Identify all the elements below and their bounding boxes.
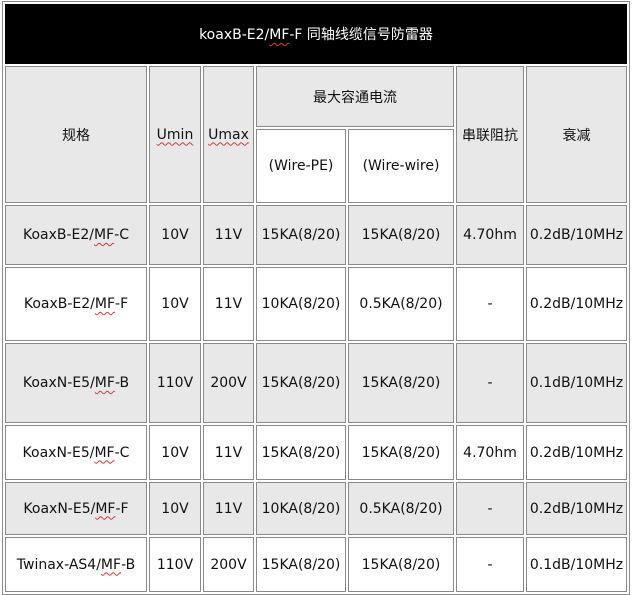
cell-umax: 11V	[203, 425, 254, 480]
cell-atten: 0.1dB/10MHz	[526, 343, 627, 423]
header-wire-wire: (Wire-wire)	[348, 129, 454, 203]
cell-atten: 0.2dB/10MHz	[526, 267, 627, 341]
model-mf: MF	[94, 444, 115, 461]
table-row: Twinax-AS4/MF-B 110V 200V 15KA(8/20) 15KA(8/…	[5, 537, 627, 592]
table-row: KoaxN-E5/MF-C 10V 11V 15KA(8/20) 15KA(8/20) 4…	[5, 425, 627, 480]
model-mf: MF	[94, 227, 115, 243]
cell-res: -	[456, 482, 524, 535]
model-suffix: -F	[115, 500, 129, 517]
model-prefix: KoaxB-E2/	[22, 227, 95, 243]
model-prefix: Twinax-AS4/	[16, 556, 101, 573]
cell-umax: 11V	[203, 267, 254, 341]
model-mf: MF	[95, 500, 116, 517]
model-suffix: -C	[114, 227, 129, 243]
header-umax: Umax	[203, 66, 254, 203]
model-mf: MF	[94, 296, 116, 312]
cell-umax: 11V	[203, 205, 254, 265]
cell-wire-wire: 15KA(8/20)	[348, 425, 454, 480]
cell-wire-pe: 10KA(8/20)	[256, 482, 346, 535]
cell-wire-wire: 15KA(8/20)	[348, 537, 454, 592]
model-prefix: KoaxN-E5/	[23, 500, 96, 517]
model-prefix: KoaxN-E5/	[22, 444, 95, 461]
cell-model: KoaxB-E2/MF-F	[5, 267, 147, 341]
cell-umin: 110V	[149, 537, 201, 592]
table-row: KoaxN-E5/MF-B 110V 200V 15KA(8/20) 15KA(8/20…	[5, 343, 627, 423]
cell-res: -	[456, 343, 524, 423]
cell-wire-wire: 15KA(8/20)	[348, 343, 454, 423]
cell-atten: 0.1dB/10MHz	[526, 537, 627, 592]
cell-wire-pe: 15KA(8/20)	[256, 343, 346, 423]
cell-atten: 0.2dB/10MHz	[526, 205, 627, 265]
title-suffix: -F 同轴线缆信号防雷器	[289, 27, 433, 43]
header-spec: 规格	[5, 66, 147, 203]
header-umin: Umin	[149, 66, 201, 203]
cell-wire-wire: 0.5KA(8/20)	[348, 482, 454, 535]
model-prefix: KoaxN-E5/	[22, 375, 95, 391]
table-row: KoaxB-E2/MF-F 10V 11V 10KA(8/20) 0.5KA(8/20)…	[5, 267, 627, 341]
spec-table: koaxB-E2/MF-F 同轴线缆信号防雷器 规格 Umin Umax 最大容…	[2, 1, 630, 595]
cell-umax: 200V	[203, 537, 254, 592]
table-title: koaxB-E2/MF-F 同轴线缆信号防雷器	[5, 4, 627, 64]
cell-res: -	[456, 267, 524, 341]
cell-umin: 10V	[149, 425, 201, 480]
cell-wire-wire: 15KA(8/20)	[348, 205, 454, 265]
model-prefix: KoaxB-E2/	[23, 296, 95, 312]
cell-umax: 11V	[203, 482, 254, 535]
cell-model: KoaxN-E5/MF-B	[5, 343, 147, 423]
cell-res: 4.70hm	[456, 205, 524, 265]
cell-wire-wire: 0.5KA(8/20)	[348, 267, 454, 341]
cell-res: 4.70hm	[456, 425, 524, 480]
model-mf: MF	[94, 375, 115, 391]
header-series-resistance: 串联阻抗	[456, 66, 524, 203]
header-max-current: 最大容通电流	[256, 66, 454, 127]
cell-atten: 0.2dB/10MHz	[526, 482, 627, 535]
cell-atten: 0.2dB/10MHz	[526, 425, 627, 480]
title-prefix: koaxB-E2/	[199, 27, 270, 43]
cell-model: KoaxN-E5/MF-F	[5, 482, 147, 535]
cell-res: -	[456, 537, 524, 592]
model-mf: MF	[100, 556, 122, 573]
cell-umin: 10V	[149, 482, 201, 535]
cell-wire-pe: 15KA(8/20)	[256, 205, 346, 265]
cell-wire-pe: 15KA(8/20)	[256, 537, 346, 592]
header-wire-pe: (Wire-PE)	[256, 129, 346, 203]
header-umax-text: Umax	[208, 126, 249, 143]
model-suffix: -B	[114, 375, 130, 391]
cell-umin: 10V	[149, 205, 201, 265]
cell-wire-pe: 15KA(8/20)	[256, 425, 346, 480]
cell-wire-pe: 10KA(8/20)	[256, 267, 346, 341]
model-suffix: -B	[121, 556, 136, 573]
cell-model: Twinax-AS4/MF-B	[5, 537, 147, 592]
cell-umin: 10V	[149, 267, 201, 341]
model-suffix: -C	[114, 444, 130, 461]
document-page: koaxB-E2/MF-F 同轴线缆信号防雷器 规格 Umin Umax 最大容…	[0, 0, 640, 595]
header-attenuation: 衰减	[526, 66, 627, 203]
cell-umax: 200V	[203, 343, 254, 423]
table-row: KoaxN-E5/MF-F 10V 11V 10KA(8/20) 0.5KA(8/20)…	[5, 482, 627, 535]
model-suffix: -F	[115, 296, 129, 312]
title-underlined: MF	[269, 27, 290, 43]
cell-model: KoaxN-E5/MF-C	[5, 425, 147, 480]
header-umin-text: Umin	[156, 126, 194, 143]
table-body: KoaxB-E2/MF-C 10V 11V 15KA(8/20) 15KA(8/20) 4…	[5, 205, 627, 592]
cell-umin: 110V	[149, 343, 201, 423]
table-row: KoaxB-E2/MF-C 10V 11V 15KA(8/20) 15KA(8/20) 4…	[5, 205, 627, 265]
cell-model: KoaxB-E2/MF-C	[5, 205, 147, 265]
